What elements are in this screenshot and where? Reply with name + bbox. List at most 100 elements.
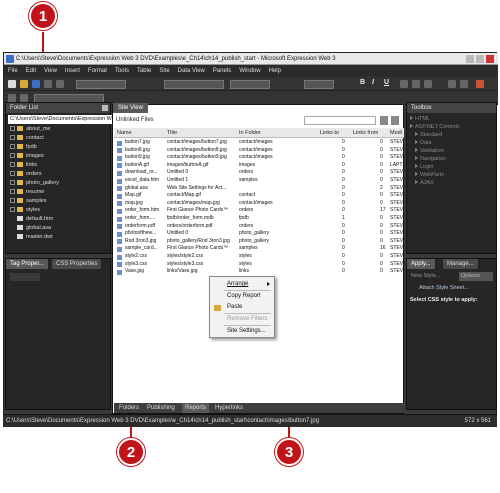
preview-icon[interactable] (56, 80, 64, 88)
menu-view[interactable]: View (40, 65, 61, 77)
menu-file[interactable]: File (4, 65, 22, 77)
tab-publishing[interactable]: Publishing (144, 403, 178, 413)
tree-file[interactable]: global.asa (17, 224, 51, 233)
tree-folder[interactable]: contact (10, 134, 44, 143)
save-icon[interactable] (32, 80, 40, 88)
table-row[interactable]: orderform.pdf orders/orderform.pdf orders 0… (114, 223, 404, 231)
toolbox-html[interactable]: HTML (410, 115, 430, 123)
menu-help[interactable]: Help (265, 65, 285, 77)
font-dropdown[interactable] (164, 80, 224, 89)
tab-folders[interactable]: Folders (116, 403, 142, 413)
table-row[interactable]: button7.jpg contact/images/button7.jpg con… (114, 139, 404, 147)
tab-css-properties[interactable]: CSS Properties (52, 259, 103, 269)
tree-file[interactable]: default.htm (17, 215, 53, 224)
tab-hyperlinks[interactable]: Hyperlinks (212, 403, 246, 413)
font-size-dropdown[interactable] (230, 80, 270, 89)
italic-button[interactable]: I (372, 79, 374, 86)
align-left-icon[interactable] (400, 80, 408, 88)
column-modified-by[interactable]: Modi (390, 128, 402, 138)
table-row[interactable]: button8.jpg contact/images/button8.jpg con… (114, 147, 404, 155)
close-icon[interactable] (486, 55, 494, 63)
tab-manage-styles[interactable]: Manage... (443, 259, 479, 269)
numbered-list-icon[interactable] (448, 80, 456, 88)
close-icon[interactable] (102, 105, 108, 111)
menu-copy-report[interactable]: Copy Report (227, 292, 261, 301)
tree-folder[interactable]: images (10, 152, 44, 161)
menu-panels[interactable]: Panels (209, 65, 235, 77)
menu-data-view[interactable]: Data View (174, 65, 209, 77)
open-icon[interactable] (20, 80, 28, 88)
table-row[interactable]: order_form.... fpdb/order_form.mdb fpdb 1 0 S… (114, 215, 404, 223)
column-links-to[interactable]: Links to (320, 128, 339, 138)
maximize-icon[interactable] (476, 55, 484, 63)
table-row[interactable]: Map.gif contact/Map.gif contact 0 0 STEV (114, 192, 404, 200)
toolbar-icon[interactable] (8, 94, 16, 102)
menu-edit[interactable]: Edit (22, 65, 40, 77)
toolbox-login[interactable]: Login (415, 163, 433, 171)
table-row[interactable]: button9.jpg contact/images/button9.jpg con… (114, 154, 404, 162)
menu-remove-filters[interactable]: Remove Filters (227, 315, 267, 324)
table-row[interactable]: Rod 3ron3.jpg photo_gallery/Rod 3ron3.jpg… (114, 238, 404, 246)
tab-reports[interactable]: Reports (182, 403, 210, 413)
toolbox-navigation[interactable]: Navigation (415, 155, 446, 163)
toolbox-webparts[interactable]: WebParts (415, 171, 444, 179)
publish-icon[interactable] (44, 80, 52, 88)
tree-folder[interactable]: about_me (10, 125, 50, 134)
column-name[interactable]: Name (117, 128, 132, 138)
tab-apply-styles[interactable]: Apply... (407, 259, 436, 269)
table-row[interactable]: download_or... Untitled 0 orders 0 0 STEV (114, 169, 404, 177)
page-size[interactable]: 572 x 561 (465, 415, 491, 428)
attach-style-sheet-link[interactable]: Attach Style Sheet... (419, 285, 469, 291)
size-dropdown[interactable] (304, 80, 334, 89)
filter-input[interactable] (304, 116, 376, 125)
toolbar-icon[interactable] (20, 94, 28, 102)
table-row[interactable]: sample_card... First Glance Photo Cards™ s… (114, 245, 404, 253)
menu-site-settings[interactable]: Site Settings... (227, 327, 266, 336)
report-name[interactable]: Unlinked Files (116, 116, 164, 125)
options-dropdown[interactable]: Options (459, 272, 493, 281)
column-in-folder[interactable]: In Folder (239, 128, 261, 138)
align-center-icon[interactable] (412, 80, 420, 88)
toolbox-standard[interactable]: Standard (415, 131, 442, 139)
underline-button[interactable]: U (384, 79, 389, 86)
table-row[interactable]: global.asa Web Site Settings for Act... 0 2… (114, 185, 404, 193)
table-row[interactable]: style2.css styles/style2.css styles 0 0 STEV (114, 253, 404, 261)
table-row[interactable]: photoofthew... Untitled 0 photo_gallery 0 0 S… (114, 230, 404, 238)
menu-window[interactable]: Window (235, 65, 264, 77)
new-page-icon[interactable] (8, 80, 16, 88)
menu-tools[interactable]: Tools (111, 65, 133, 77)
menu-format[interactable]: Format (84, 65, 111, 77)
table-row[interactable]: style3.css styles/style3.css styles 0 0 STEV (114, 261, 404, 269)
tree-folder[interactable]: links (10, 161, 37, 170)
tree-folder[interactable]: styles (10, 206, 40, 215)
toolbox-data[interactable]: Data (415, 139, 432, 147)
tree-folder[interactable]: photo_gallery (10, 179, 59, 188)
column-title[interactable]: Title (167, 128, 177, 138)
table-row[interactable]: buttonA.gif images/buttonA.gif images 0 0 LAP… (114, 162, 404, 170)
search-icon[interactable] (380, 116, 388, 125)
menu-arrange[interactable]: Arrange (227, 280, 248, 289)
tree-file[interactable]: master.dwt (17, 233, 53, 242)
export-icon[interactable] (391, 116, 399, 125)
menu-insert[interactable]: Insert (61, 65, 84, 77)
toolbox-aspnet[interactable]: ASP.NET Controls (410, 123, 460, 131)
tree-folder[interactable]: samples (10, 197, 46, 206)
toolbox-ajax[interactable]: AJAX (415, 179, 434, 187)
minimize-icon[interactable] (466, 55, 474, 63)
tree-folder[interactable]: resume (10, 188, 44, 197)
table-row[interactable]: order_form.htm First Glance Photo Cards™ o… (114, 207, 404, 215)
tab-tag-properties[interactable]: Tag Proper... (6, 259, 50, 269)
table-row[interactable]: map.jpg contact/images/map.jpg contact/ima… (114, 200, 404, 208)
menu-paste[interactable]: Paste (227, 303, 242, 312)
tree-folder[interactable]: fpdb (10, 143, 37, 152)
column-links-from[interactable]: Links from (353, 128, 378, 138)
font-color-icon[interactable] (476, 80, 484, 88)
tab-site-view[interactable]: Site View (113, 103, 148, 113)
bold-button[interactable]: B (360, 79, 365, 86)
toolbox-validation[interactable]: Validation (415, 147, 444, 155)
table-row[interactable]: Vase.jpg links/Vase.jpg links 0 0 STEV (114, 268, 404, 276)
menu-site[interactable]: Site (155, 65, 173, 77)
style-dropdown[interactable] (76, 80, 126, 89)
tree-folder[interactable]: orders (10, 170, 42, 179)
menu-table[interactable]: Table (133, 65, 155, 77)
